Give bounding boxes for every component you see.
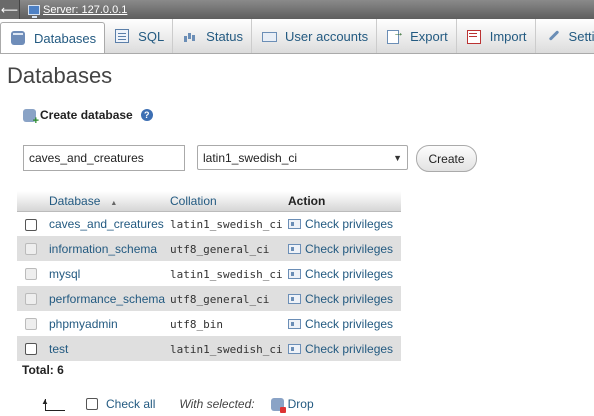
header-database[interactable]: Database ▲ [47,191,168,212]
collation-selected-value: latin1_swedish_ci [203,150,298,165]
row-checkbox-disabled [25,318,37,331]
collation-value: latin1_swedish_ci [170,217,283,231]
collation-value: latin1_swedish_ci [170,267,283,281]
table-row: mysql latin1_swedish_ci Check privileges [17,261,401,286]
check-privileges-link[interactable]: Check privileges [288,217,399,231]
tab-label: Setti [568,28,594,44]
drop-icon [270,397,286,413]
check-privileges-link[interactable]: Check privileges [288,267,399,281]
check-privileges-link[interactable]: Check privileges [288,242,399,256]
arrow-up-icon: ▲ [40,397,66,411]
main-tabs: Databases SQL Status User accounts Expor… [0,19,594,54]
page-title: Databases [7,63,113,88]
database-name-link[interactable]: phpmyadmin [49,317,118,331]
privileges-icon [288,218,301,229]
table-row: performance_schema utf8_general_ci Check… [17,286,401,311]
privileges-icon [288,343,301,354]
user-accounts-icon [262,29,278,43]
database-name-link[interactable]: test [49,342,68,356]
check-all-checkbox[interactable] [86,398,98,410]
row-checkbox[interactable] [25,218,37,231]
table-header-row: Database ▲ Collation Action [17,191,401,212]
chevron-down-icon: ▼ [393,152,402,163]
tab-databases[interactable]: Databases [0,22,106,53]
tab-label: Status [206,28,244,44]
new-database-icon [23,108,39,127]
export-icon [387,27,404,44]
create-database-label: Create database [40,108,133,122]
header-collation[interactable]: Collation [168,191,286,212]
create-button[interactable]: Create [416,145,477,172]
back-arrow-icon: ⟵ [0,2,19,17]
database-icon [11,31,25,45]
create-database-heading: Create database ? [23,108,153,127]
settings-icon [546,29,560,43]
privileges-icon [288,243,301,254]
collation-value: utf8_bin [170,317,223,331]
database-name-link[interactable]: information_schema [49,242,157,256]
collapse-navigation-button[interactable]: ⟵ [0,0,20,19]
privileges-icon [288,293,301,304]
header-database-label: Database [49,193,101,208]
database-name-link[interactable]: mysql [49,267,80,281]
table-row: information_schema utf8_general_ci Check… [17,236,401,261]
collation-value: latin1_swedish_ci [170,342,283,356]
tab-label: Databases [34,30,97,46]
tab-label: SQL [138,28,165,44]
help-icon[interactable]: ? [140,109,153,121]
check-privileges-label: Check privileges [305,266,394,281]
tab-import[interactable]: Import [457,19,536,53]
row-checkbox-disabled [25,268,37,281]
databases-table: Database ▲ Collation Action caves_and_cre… [17,191,401,361]
check-privileges-link[interactable]: Check privileges [288,342,399,356]
table-row: test latin1_swedish_ci Check privileges [17,336,401,361]
table-row: phpmyadmin utf8_bin Check privileges [17,311,401,336]
table-row: caves_and_creatures latin1_swedish_ci Ch… [17,211,401,236]
server-breadcrumb-bar: ⟵ Server: 127.0.0.1 [0,0,594,19]
tab-export[interactable]: Export [377,19,457,53]
database-name-link[interactable]: caves_and_creatures [49,217,164,231]
sort-ascending-icon: ▲ [110,199,118,207]
check-privileges-label: Check privileges [305,216,394,231]
row-checkbox[interactable] [25,343,37,356]
server-icon [28,4,40,18]
tab-status[interactable]: Status [173,19,253,53]
database-name-input[interactable]: caves_and_creatures [23,145,185,171]
tab-user-accounts[interactable]: User accounts [252,19,378,53]
import-icon [466,29,481,44]
check-privileges-link[interactable]: Check privileges [288,292,399,306]
check-privileges-label: Check privileges [305,341,394,356]
total-count: Total: 6 [22,363,64,377]
with-selected-label: With selected: [179,397,255,411]
check-privileges-label: Check privileges [305,241,394,256]
bulk-actions-bar: ▲ Check all With selected: Drop [40,397,314,413]
collation-value: utf8_general_ci [170,292,270,306]
drop-button[interactable]: Drop [288,397,314,411]
privileges-icon [288,318,301,329]
tab-sql[interactable]: SQL [105,19,174,53]
check-privileges-link[interactable]: Check privileges [288,317,399,331]
database-name-value: caves_and_creatures [29,151,144,165]
check-all-label[interactable]: Check all [106,397,155,411]
check-privileges-label: Check privileges [305,316,394,331]
collation-value: utf8_general_ci [170,242,270,256]
header-checkbox-column [17,191,47,212]
tab-label: User accounts [285,28,369,44]
sql-icon [115,29,130,43]
header-action: Action [286,191,401,212]
tab-label: Import [489,28,527,44]
row-checkbox-disabled [25,293,37,306]
server-link[interactable]: Server: 127.0.0.1 [43,4,127,16]
privileges-icon [288,268,301,279]
tab-label: Export [410,28,448,44]
check-privileges-label: Check privileges [305,291,394,306]
tab-settings[interactable]: Setti [536,19,594,53]
database-name-link[interactable]: performance_schema [49,292,165,306]
collation-select[interactable]: latin1_swedish_ci ▼ [197,145,408,170]
row-checkbox-disabled [25,243,37,256]
status-icon [183,29,197,43]
